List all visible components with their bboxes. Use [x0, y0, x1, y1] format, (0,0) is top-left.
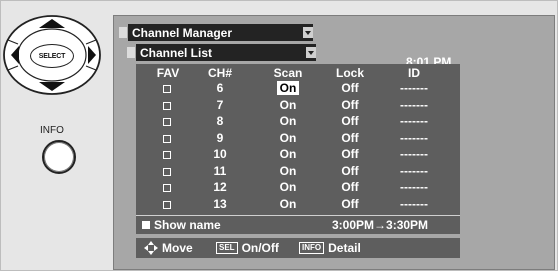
column-header-scan: Scan — [273, 66, 303, 80]
column-header-ch: CH# — [207, 66, 232, 80]
id-value: ------- — [400, 130, 428, 145]
scan-cell[interactable]: On — [266, 147, 310, 161]
table-row[interactable]: 7 On Off ------- — [136, 98, 460, 113]
channel-number: 11 — [213, 163, 227, 178]
select-button[interactable]: SELECT — [30, 44, 74, 68]
id-value: ------- — [400, 163, 428, 178]
lock-value: Off — [341, 180, 359, 194]
scan-cell[interactable]: On — [266, 114, 310, 128]
channel-number: 10 — [213, 147, 227, 161]
submenu-title: Channel List — [140, 45, 213, 60]
table-row[interactable]: 13 On Off ------- — [136, 197, 460, 212]
chevron-down-icon — [303, 27, 313, 38]
lock-value: Off — [341, 130, 359, 145]
menu-title-bar[interactable]: Channel Manager — [119, 24, 313, 41]
lock-value: Off — [341, 147, 359, 161]
table-row[interactable]: 10 On Off ------- — [136, 147, 460, 162]
table-row[interactable]: 12 On Off ------- — [136, 180, 460, 195]
scan-value: On — [279, 196, 297, 211]
scan-value: On — [279, 163, 297, 178]
submenu-bar[interactable]: Channel List — [127, 44, 316, 61]
channel-number: 7 — [216, 97, 224, 112]
hint-info-label: Detail — [328, 241, 361, 255]
channel-number: 13 — [213, 196, 227, 211]
scan-cell[interactable]: On — [266, 98, 310, 112]
channel-list-panel: FAV CH# Scan Lock ID 6 On Off ------- 7 On Off… — [136, 64, 460, 234]
favorite-checkbox[interactable] — [163, 134, 171, 143]
id-value: ------- — [400, 97, 428, 112]
channel-number: 9 — [216, 130, 224, 145]
channel-number: 12 — [213, 180, 227, 194]
four-way-arrow-icon — [144, 241, 158, 255]
scan-value: On — [276, 81, 300, 95]
table-row[interactable]: 8 On Off ------- — [136, 114, 460, 129]
lock-value: Off — [341, 97, 359, 112]
column-header-id: ID — [408, 66, 420, 80]
column-header-fav: FAV — [156, 66, 180, 80]
favorite-checkbox[interactable] — [163, 118, 171, 126]
scan-cell[interactable]: On — [266, 131, 310, 145]
id-value: ------- — [400, 147, 428, 161]
favorite-checkbox[interactable] — [163, 151, 171, 159]
tv-screen: Channel Manager Channel List 8:01 PM FAV… — [113, 15, 555, 270]
scan-value: On — [279, 97, 297, 112]
hint-move: Move — [144, 241, 193, 255]
id-value: ------- — [400, 196, 428, 211]
submenu-marker — [127, 47, 135, 58]
info-key-icon: INFO — [299, 242, 325, 254]
scan-value: On — [279, 147, 297, 161]
hint-move-label: Move — [162, 241, 193, 255]
lock-value: Off — [341, 114, 359, 128]
id-value: ------- — [400, 81, 428, 95]
show-name-icon — [142, 221, 150, 229]
lock-value: Off — [341, 163, 359, 178]
footer-hints: Move SEL On/Off INFO Detail — [136, 238, 460, 258]
show-name-label: Show name — [154, 218, 221, 232]
id-value: ------- — [400, 114, 428, 128]
table-row[interactable]: 6 On Off ------- — [136, 81, 460, 96]
channel-number: 8 — [216, 114, 224, 128]
remote-control: SELECT INFO — [0, 0, 120, 273]
column-header-lock: Lock — [335, 66, 364, 80]
lock-value: Off — [341, 196, 359, 211]
scan-value: On — [279, 130, 297, 145]
scan-value: On — [279, 114, 297, 128]
scan-cell[interactable]: On — [266, 180, 310, 194]
id-value: ------- — [400, 180, 428, 194]
scan-cell[interactable]: On — [266, 164, 310, 178]
scan-value: On — [279, 180, 297, 194]
channel-number: 6 — [216, 81, 224, 95]
favorite-checkbox[interactable] — [163, 85, 171, 93]
info-button[interactable] — [42, 140, 76, 174]
menu-marker — [119, 27, 127, 38]
table-row[interactable]: 11 On Off ------- — [136, 164, 460, 179]
time-range: 3:00PM→3:30PM — [332, 218, 429, 232]
scan-cell[interactable]: On — [266, 81, 310, 95]
lock-value: Off — [341, 81, 359, 95]
hint-sel-label: On/Off — [241, 241, 279, 255]
scan-cell[interactable]: On — [266, 197, 310, 211]
favorite-checkbox[interactable] — [163, 184, 171, 192]
table-row[interactable]: 9 On Off ------- — [136, 131, 460, 146]
info-label: INFO — [40, 125, 64, 136]
divider — [136, 215, 460, 216]
show-name: Show name — [142, 218, 221, 232]
hint-sel: SEL On/Off — [216, 241, 279, 255]
favorite-checkbox[interactable] — [163, 101, 171, 110]
favorite-checkbox[interactable] — [163, 200, 171, 209]
sel-key-icon: SEL — [216, 242, 238, 254]
menu-title: Channel Manager — [132, 25, 233, 40]
chevron-down-icon — [306, 47, 316, 58]
favorite-checkbox[interactable] — [163, 167, 171, 176]
hint-info: INFO Detail — [299, 241, 361, 255]
